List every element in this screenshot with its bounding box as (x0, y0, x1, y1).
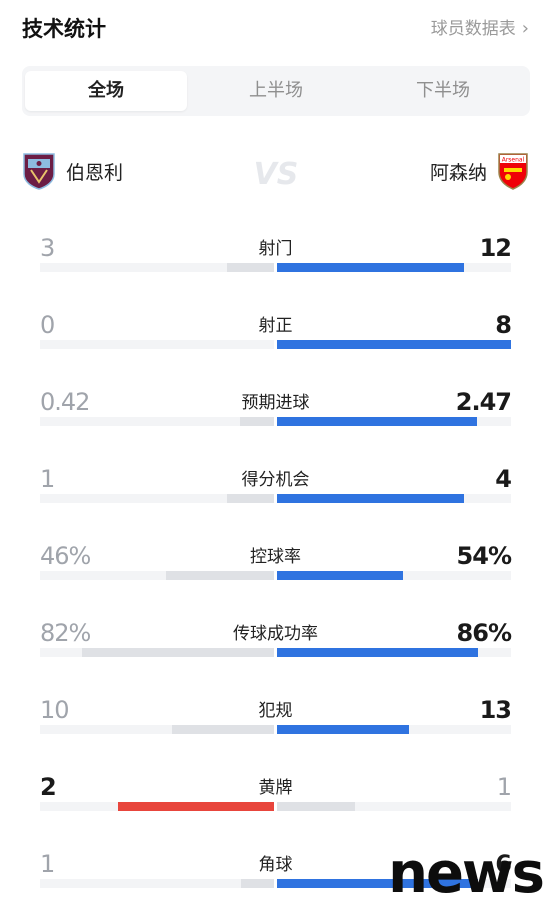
player-stats-link[interactable]: 球员数据表 › (431, 14, 529, 44)
stats-header: 技术统计 球员数据表 › (22, 14, 529, 44)
away-bar-track (277, 802, 511, 811)
burnley-crest-icon (23, 153, 55, 190)
home-team-name: 伯恩利 (66, 161, 124, 184)
away-bar-track (277, 263, 511, 272)
stat-name: 得分机会 (241, 470, 310, 490)
svg-text:VS: VS (254, 157, 298, 192)
home-bar-fill (166, 571, 274, 580)
away-stat-value: 2.47 (455, 388, 512, 416)
home-bar-fill (227, 263, 274, 272)
away-bar-fill (277, 263, 464, 272)
away-bar-track (277, 725, 511, 734)
stat-row: 2 黄牌 1 (40, 772, 512, 822)
tab-second-half[interactable]: 下半场 (362, 71, 524, 111)
stat-name: 预期进球 (241, 393, 310, 413)
tab-first-half[interactable]: 上半场 (195, 71, 357, 111)
player-stats-link-label: 球员数据表 (430, 19, 516, 39)
away-stat-value: 4 (495, 465, 512, 493)
away-team[interactable]: 阿森纳 Arsenal (430, 152, 529, 190)
away-bar-fill (277, 494, 464, 503)
home-bar-fill (227, 494, 274, 503)
away-stat-value: 12 (479, 234, 512, 262)
stat-name: 犯规 (258, 701, 293, 721)
stat-name: 控球率 (250, 547, 301, 567)
away-bar-fill (277, 417, 477, 426)
stat-row: 10 犯规 13 (40, 695, 512, 745)
stat-name: 黄牌 (258, 778, 293, 798)
arsenal-crest-icon: Arsenal (498, 153, 528, 190)
stat-row: 0.42 预期进球 2.47 (40, 387, 512, 437)
home-bar-track (40, 879, 274, 888)
away-bar-fill (277, 340, 511, 349)
away-stat-value: 8 (495, 311, 512, 339)
home-bar-track (40, 802, 274, 811)
stat-row: 3 射门 12 (40, 233, 512, 283)
stat-name: 射正 (258, 316, 293, 336)
away-stat-value: 1 (496, 773, 512, 801)
stat-name: 传球成功率 (233, 624, 318, 644)
stat-row: 46% 控球率 54% (40, 541, 512, 591)
stat-name: 射门 (258, 239, 293, 259)
away-stat-value: 13 (479, 696, 512, 724)
home-bar-fill (118, 802, 274, 811)
page-title: 技术统计 (22, 17, 106, 41)
home-bar-track (40, 494, 274, 503)
away-bar-fill (277, 648, 478, 657)
away-bar-fill (277, 571, 403, 580)
home-team[interactable]: 伯恩利 (22, 152, 123, 190)
away-stat-value: 86% (456, 619, 512, 647)
away-stat-value: 54% (456, 542, 512, 570)
home-bar-fill (82, 648, 274, 657)
away-bar-track (277, 417, 511, 426)
arsenal-crest-text: Arsenal (502, 157, 525, 164)
away-bar-track (277, 571, 511, 580)
away-bar-track (277, 648, 511, 657)
away-team-name: 阿森纳 (429, 161, 487, 184)
period-tabs: 全场 上半场 下半场 (22, 66, 530, 116)
home-bar-fill (172, 725, 274, 734)
vs-icon: VS (254, 157, 298, 192)
stat-row: 0 射正 8 (40, 310, 512, 360)
stat-row: 1 得分机会 4 (40, 464, 512, 514)
home-bar-track (40, 648, 274, 657)
chevron-right-icon: › (521, 18, 529, 39)
home-bar-track (40, 725, 274, 734)
away-bar-fill (277, 802, 355, 811)
home-bar-fill (241, 879, 274, 888)
news-watermark: news (388, 841, 545, 906)
home-bar-fill (240, 417, 274, 426)
home-bar-track (40, 571, 274, 580)
home-bar-track (40, 340, 274, 349)
home-bar-track (40, 263, 274, 272)
away-bar-track (277, 340, 511, 349)
teams-row: 伯恩利 VS 阿森纳 Arsenal (22, 148, 529, 196)
home-bar-track (40, 417, 274, 426)
tab-full-match[interactable]: 全场 (25, 71, 187, 111)
stat-row: 82% 传球成功率 86% (40, 618, 512, 668)
away-bar-fill (277, 725, 409, 734)
away-bar-track (277, 494, 511, 503)
